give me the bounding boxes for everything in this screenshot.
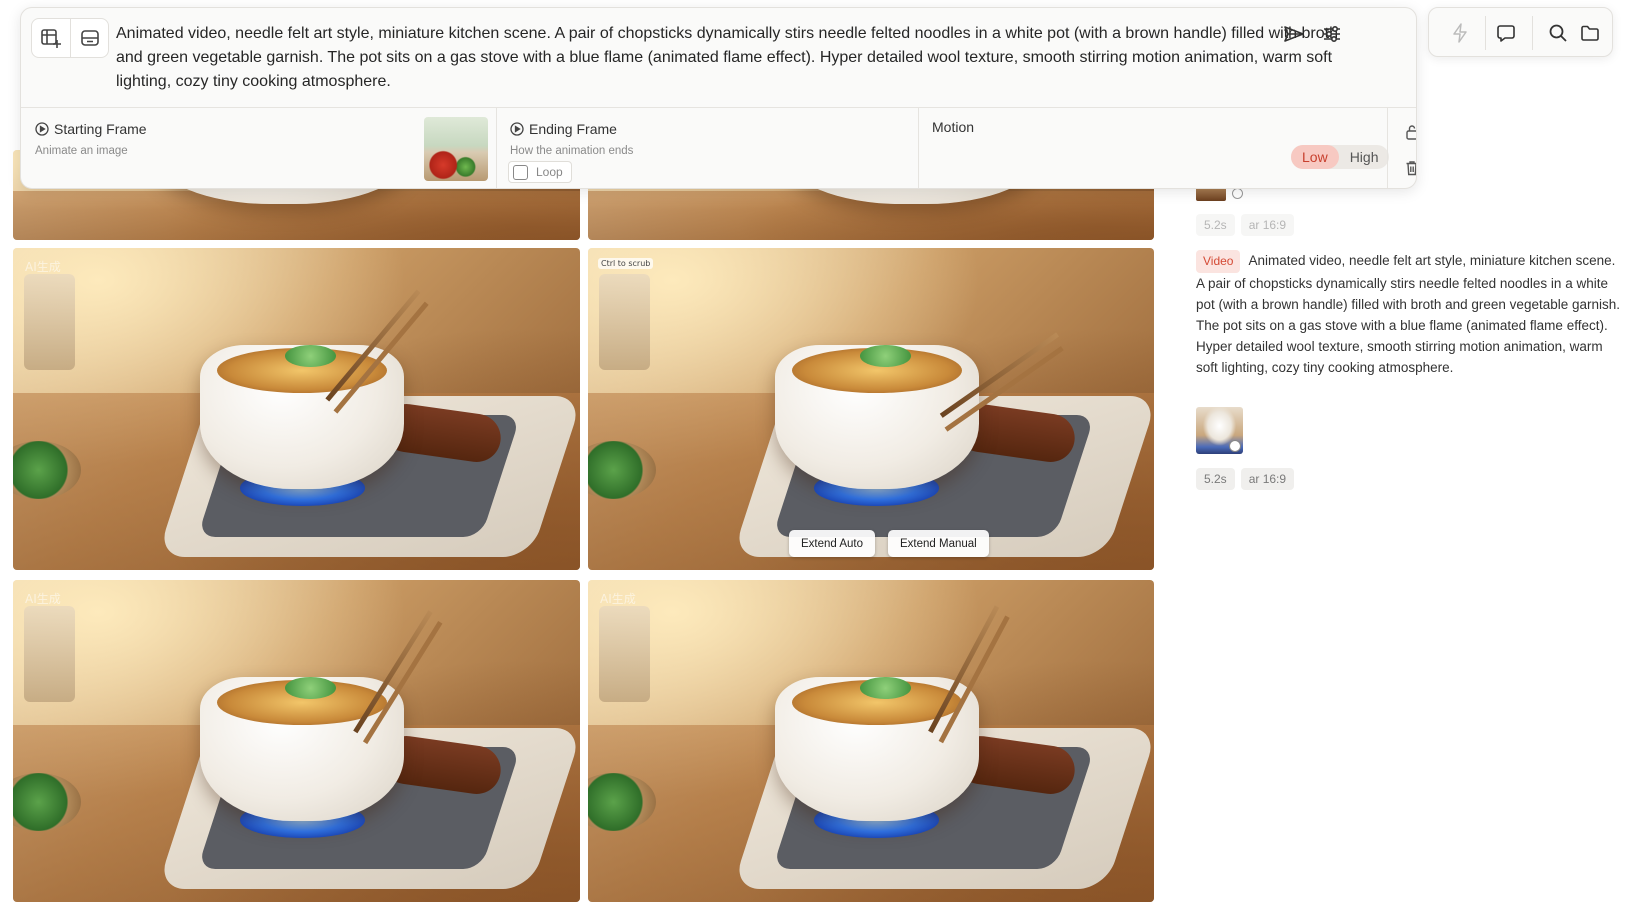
unlock-icon: [1406, 125, 1416, 140]
search-icon: [1549, 24, 1567, 42]
top-right-toolbar: [1428, 7, 1613, 57]
frame-add-icon: [41, 29, 61, 48]
ending-frame-subtitle: How the animation ends: [510, 145, 634, 157]
prompt-panel: Animated video, needle felt art style, m…: [20, 7, 1417, 189]
prompt-input[interactable]: Animated video, needle felt art style, m…: [116, 22, 1346, 94]
ending-frame-title: Ending Frame: [529, 121, 617, 137]
extend-auto-button[interactable]: Extend Auto: [789, 530, 876, 557]
watermark: AI生成: [25, 260, 61, 274]
unlock-button[interactable]: [1401, 121, 1416, 143]
video-tile-bottom-left[interactable]: AI生成: [13, 580, 580, 902]
eye-icon[interactable]: [1232, 188, 1243, 199]
send-button[interactable]: [1276, 16, 1312, 52]
play-circle-icon: [510, 122, 524, 136]
chat-button[interactable]: [1493, 20, 1519, 46]
mode-switch: [31, 18, 109, 58]
divider: [1485, 16, 1486, 50]
send-icon: [1284, 26, 1304, 42]
search-button[interactable]: [1545, 20, 1571, 46]
lightning-button[interactable]: [1447, 20, 1473, 46]
starting-frame-subtitle: Animate an image: [35, 145, 128, 157]
trash-icon: [1406, 161, 1416, 176]
motion-section: Motion: [918, 108, 1340, 188]
sliders-icon: [1324, 25, 1340, 43]
aspect-ratio-chip[interactable]: ar 16:9: [1240, 468, 1295, 490]
video-badge: Video: [1196, 250, 1241, 273]
panel-icon: [81, 30, 99, 46]
video-tile-middle-left[interactable]: AI生成: [13, 248, 580, 570]
folder-button[interactable]: [1577, 20, 1603, 46]
extend-manual-button[interactable]: Extend Manual: [888, 530, 989, 557]
watermark: AI生成: [600, 592, 636, 606]
eye-icon[interactable]: [1229, 440, 1241, 452]
history-entry-thumbnail[interactable]: [1196, 407, 1243, 454]
delete-button[interactable]: [1401, 157, 1416, 179]
duration-chip[interactable]: 5.2s: [1196, 468, 1235, 490]
loop-checkbox[interactable]: Loop: [508, 161, 572, 183]
history-entry-prompt[interactable]: Video Animated video, needle felt art sty…: [1196, 250, 1621, 378]
divider: [1532, 16, 1533, 50]
video-tile-middle-right[interactable]: Ctrl to scrub: [588, 248, 1154, 570]
aspect-ratio-chip: ar 16:9: [1240, 214, 1295, 236]
scrub-hint: Ctrl to scrub: [598, 258, 654, 269]
motion-low-option[interactable]: Low: [1291, 145, 1339, 169]
lightning-icon: [1453, 23, 1467, 43]
history-entry-text: Animated video, needle felt art style, m…: [1196, 253, 1621, 375]
chat-icon: [1497, 25, 1515, 42]
watermark: AI生成: [25, 592, 61, 606]
video-mode-button[interactable]: [72, 20, 108, 56]
starting-frame-thumbnail[interactable]: [424, 117, 488, 181]
motion-toggle[interactable]: Low High: [1291, 145, 1390, 169]
duration-chip: 5.2s: [1196, 214, 1235, 236]
play-circle-icon: [35, 122, 49, 136]
image-mode-button[interactable]: [33, 20, 69, 56]
starting-frame-title: Starting Frame: [54, 121, 147, 137]
settings-button[interactable]: [1314, 16, 1350, 52]
checkbox-icon: [513, 164, 528, 180]
app-canvas: AI生成 Ctrl to scrub Extend Auto Extend Ma…: [0, 0, 1641, 909]
motion-title: Motion: [932, 119, 975, 135]
video-tile-bottom-right[interactable]: AI生成: [588, 580, 1154, 902]
folder-icon: [1581, 25, 1599, 41]
divider: [1387, 108, 1388, 188]
motion-high-option[interactable]: High: [1339, 145, 1390, 169]
loop-label: Loop: [536, 165, 563, 179]
